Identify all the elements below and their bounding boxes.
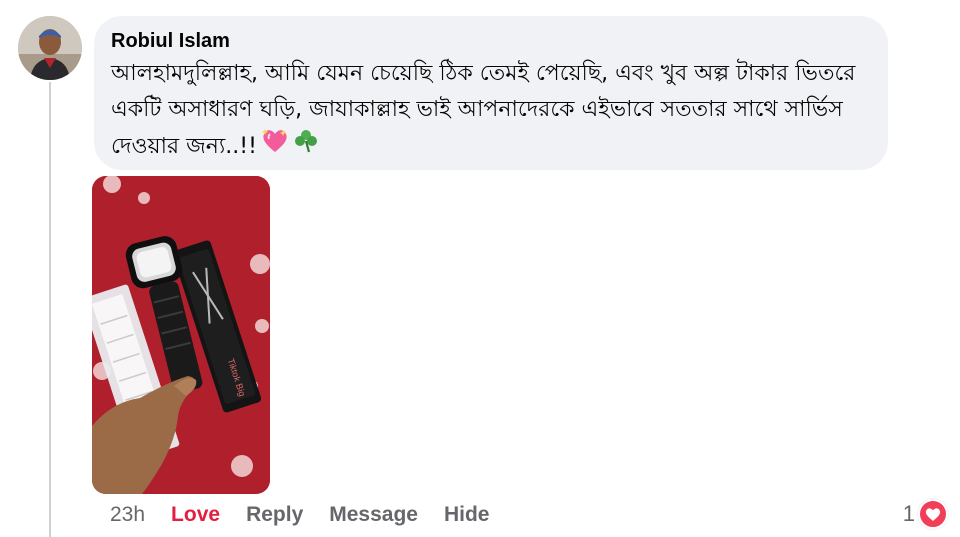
reaction-count: 1 — [902, 501, 915, 526]
comment-actions: 23h Love Reply Message Hide — [110, 500, 515, 530]
comment-thread: Robiul Islam আলহামদুলিল্লাহ, আমি যেমন চে… — [0, 0, 960, 537]
heart-reaction-icon — [918, 499, 948, 529]
comment-bubble: Robiul Islam আলহামদুলিল্লাহ, আমি যেমন চে… — [94, 16, 888, 170]
message-button[interactable]: Message — [329, 503, 418, 527]
comment-timestamp[interactable]: 23h — [110, 503, 145, 527]
love-button[interactable]: Love — [171, 503, 220, 527]
comment-photo[interactable]: Tiktok Big — [92, 176, 270, 494]
comment-body: আলহামদুলিল্লাহ, আমি যেমন চেয়েছি ঠিক তেম… — [111, 61, 856, 159]
reaction-summary[interactable]: 1 — [903, 498, 948, 530]
sparkling-heart-icon — [261, 128, 289, 166]
reply-button[interactable]: Reply — [246, 503, 303, 527]
comment-author[interactable]: Robiul Islam — [111, 28, 230, 54]
avatar[interactable] — [18, 16, 82, 80]
shamrock-icon — [293, 128, 319, 166]
comment-text: আলহামদুলিল্লাহ, আমি যেমন চেয়েছি ঠিক তেম… — [111, 56, 870, 166]
hide-button[interactable]: Hide — [444, 503, 490, 527]
thread-line — [49, 82, 51, 537]
